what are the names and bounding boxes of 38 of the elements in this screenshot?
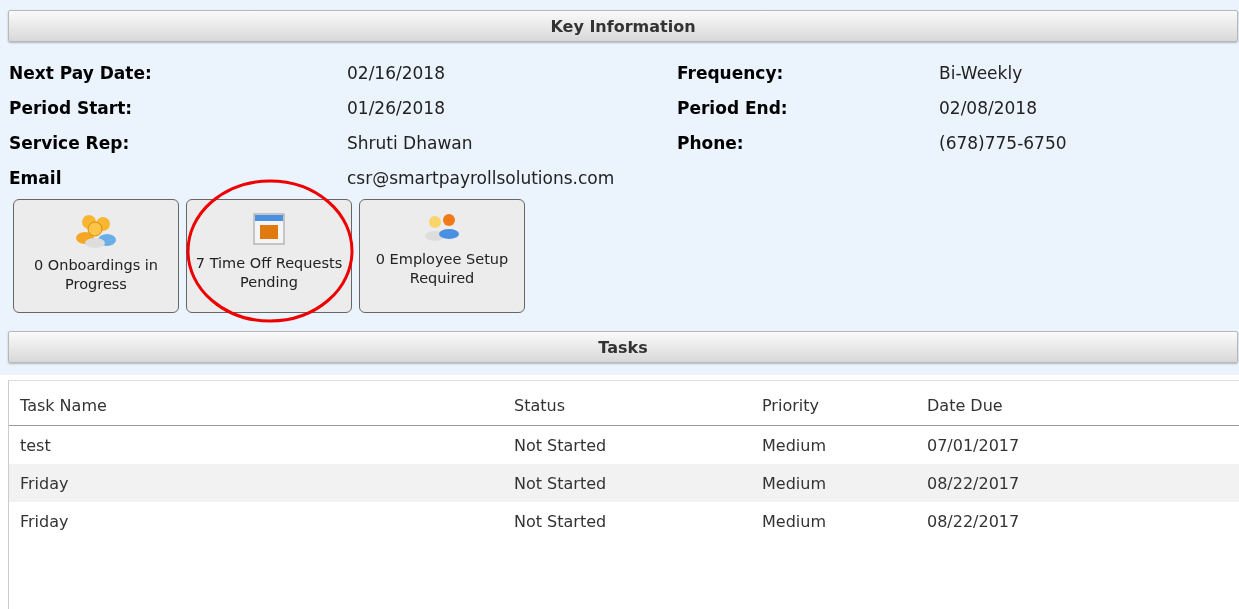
field-value: 02/08/2018 <box>939 97 1038 120</box>
column-header[interactable]: Date Due <box>927 395 1239 415</box>
field-label: Phone: <box>676 132 745 155</box>
section-header: Key Information <box>8 10 1238 42</box>
field-label: Period End: <box>676 97 789 120</box>
people-icon <box>75 212 117 248</box>
table-cell-text: Friday <box>20 511 70 531</box>
table-cell-text: Medium <box>762 473 827 493</box>
table-cell-text: 07/01/2017 <box>927 435 1021 455</box>
people-icon <box>422 212 462 242</box>
field-value: 02/16/2018 <box>347 62 446 85</box>
summary-button[interactable]: 0 Employee Setup Required <box>359 199 525 313</box>
summary-button[interactable]: 0 Onboardings in Progress <box>13 199 179 313</box>
table-cell-text: Medium <box>762 435 827 455</box>
field-value: csr@smartpayrollsolutions.com <box>347 167 616 190</box>
table-cell-text: test <box>20 435 52 455</box>
column-header[interactable]: Priority <box>762 395 927 415</box>
field-label: Period Start: <box>8 97 134 120</box>
field-value: Shruti Dhawan <box>347 132 474 155</box>
field-label: Next Pay Date: <box>8 62 153 85</box>
table-cell-text: Not Started <box>514 473 608 493</box>
column-header[interactable]: Task Name <box>20 395 514 415</box>
calendar-icon <box>252 212 286 246</box>
field-label: Service Rep: <box>8 132 131 155</box>
field-label: Frequency: <box>676 62 785 85</box>
column-header[interactable]: Status <box>514 395 762 415</box>
table-cell-text: Not Started <box>514 435 608 455</box>
table-cell-text: Friday <box>20 473 70 493</box>
field-value: 01/26/2018 <box>347 97 446 120</box>
table-cell-text: 08/22/2017 <box>927 473 1021 493</box>
summary-button[interactable]: 7 Time Off Requests Pending <box>186 199 352 313</box>
table-cell-text: 08/22/2017 <box>927 511 1021 531</box>
table-cell-text: Medium <box>762 511 827 531</box>
field-value: Bi-Weekly <box>939 62 1024 85</box>
field-value: (678)775-6750 <box>939 132 1068 155</box>
table-cell-text: Not Started <box>514 511 608 531</box>
field-label: Email <box>8 167 63 190</box>
section-header: Tasks <box>8 331 1238 363</box>
